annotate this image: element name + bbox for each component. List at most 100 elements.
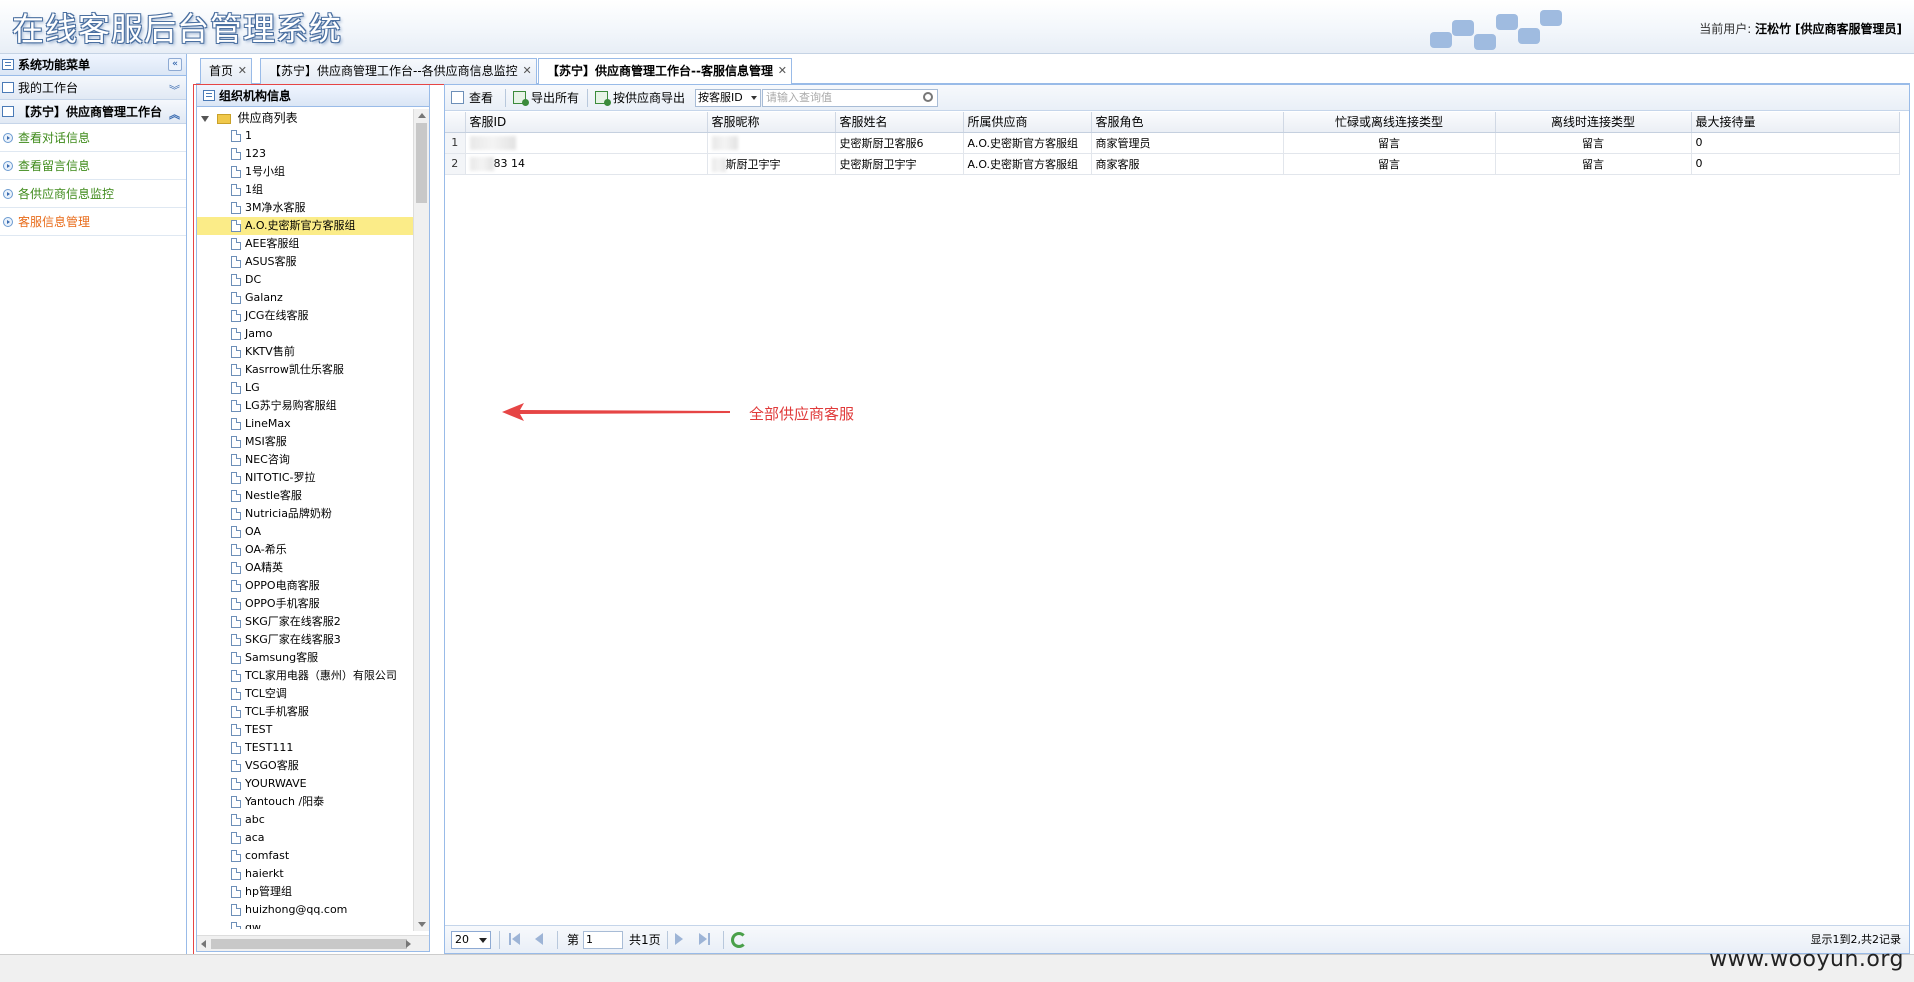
column-header[interactable]: 客服ID	[465, 112, 708, 133]
tree-node[interactable]: LG苏宁易购客服组	[197, 397, 415, 415]
tree-node[interactable]: VSGO客服	[197, 757, 415, 775]
tab-label: 【苏宁】供应商管理工作台--客服信息管理	[547, 64, 773, 78]
tree-node[interactable]: OPPO电商客服	[197, 577, 415, 595]
tree-node[interactable]: DC	[197, 271, 415, 289]
double-chevron-left-icon[interactable]: «	[168, 58, 182, 71]
expand-arrow-icon[interactable]	[201, 115, 209, 122]
tree-node[interactable]: YOURWAVE	[197, 775, 415, 793]
tree-node[interactable]: TEST	[197, 721, 415, 739]
refresh-icon[interactable]	[731, 932, 747, 948]
tree-node[interactable]: OA-希乐	[197, 541, 415, 559]
tree-node[interactable]: haierkt	[197, 865, 415, 883]
close-icon[interactable]: ✕	[778, 59, 787, 83]
menu-item-conversations[interactable]: 查看对话信息	[0, 124, 186, 152]
menu-item-messages[interactable]: 查看留言信息	[0, 152, 186, 180]
next-page-icon[interactable]	[675, 933, 689, 947]
tree-root[interactable]: 供应商列表	[197, 109, 415, 127]
column-header[interactable]: 客服昵称	[707, 112, 836, 133]
tree-node[interactable]: 123	[197, 145, 415, 163]
tab-service-management[interactable]: 【苏宁】供应商管理工作台--客服信息管理 ✕	[538, 58, 792, 85]
tree-node[interactable]: KKTV售前	[197, 343, 415, 361]
scroll-down-icon[interactable]	[418, 922, 426, 927]
table-row[interactable]: 1 史密斯厨卫客服6 A.O.史密斯官方客服组 商家管理员 留言 留言 0	[445, 132, 1900, 154]
scroll-thumb[interactable]	[416, 123, 427, 203]
tree-node[interactable]: ASUS客服	[197, 253, 415, 271]
column-header[interactable]: 所属供应商	[963, 112, 1092, 133]
column-header[interactable]: 忙碌或离线连接类型	[1283, 112, 1496, 133]
tree-node[interactable]: Yantouch /阳泰	[197, 793, 415, 811]
tree-node[interactable]: Samsung客服	[197, 649, 415, 667]
tree-node[interactable]: 1	[197, 127, 415, 145]
tree-node[interactable]: SKG厂家在线客服3	[197, 631, 415, 649]
search-field-select[interactable]: 按客服ID	[695, 89, 761, 107]
tree-node[interactable]: TEST111	[197, 739, 415, 757]
tree-node[interactable]: Nestle客服	[197, 487, 415, 505]
menu-item-supplier-monitor[interactable]: 各供应商信息监控	[0, 180, 186, 208]
tree-node[interactable]: comfast	[197, 847, 415, 865]
page-number-input[interactable]: 1	[583, 931, 623, 949]
view-button[interactable]: 查看	[449, 88, 493, 108]
tree-node[interactable]: OPPO手机客服	[197, 595, 415, 613]
tree-node[interactable]: NITOTIC-罗拉	[197, 469, 415, 487]
tree-node[interactable]: OA精英	[197, 559, 415, 577]
export-by-supplier-button[interactable]: 按供应商导出	[593, 88, 685, 108]
scroll-left-icon[interactable]	[201, 940, 206, 948]
tree-node[interactable]: Galanz	[197, 289, 415, 307]
supplier-workspace-header[interactable]: 【苏宁】供应商管理工作台 ︽	[0, 100, 186, 124]
tree-node-label: Yantouch /阳泰	[245, 795, 325, 808]
column-header[interactable]: 最大接待量	[1691, 112, 1900, 133]
last-page-icon[interactable]	[699, 933, 713, 947]
tree-node[interactable]: 1组	[197, 181, 415, 199]
tree-node[interactable]: LineMax	[197, 415, 415, 433]
page-size-select[interactable]: 20	[451, 931, 491, 949]
tree-node[interactable]: 3M净水客服	[197, 199, 415, 217]
tree-node[interactable]: aca	[197, 829, 415, 847]
scroll-thumb[interactable]	[211, 939, 407, 949]
tree-node[interactable]: NEC咨询	[197, 451, 415, 469]
tree-node[interactable]: hp管理组	[197, 883, 415, 901]
tab-home[interactable]: 首页 ✕	[200, 58, 253, 84]
tree-node[interactable]: qw	[197, 919, 415, 929]
column-header[interactable]: 离线时连接类型	[1495, 112, 1692, 133]
tree-node[interactable]: LG	[197, 379, 415, 397]
menu-item-service-management[interactable]: 客服信息管理	[0, 208, 186, 236]
close-icon[interactable]: ✕	[238, 59, 247, 83]
search-icon[interactable]	[923, 92, 933, 102]
first-page-icon[interactable]	[509, 933, 523, 947]
tree-node[interactable]: SKG厂家在线客服2	[197, 613, 415, 631]
document-icon	[231, 850, 241, 862]
prev-page-icon[interactable]	[535, 933, 549, 947]
tree-node[interactable]: JCG在线客服	[197, 307, 415, 325]
tree-node[interactable]: abc	[197, 811, 415, 829]
table-icon	[451, 91, 464, 104]
scroll-up-icon[interactable]	[418, 113, 426, 118]
table-row[interactable]: 2 83 14 斯厨卫宇宇 史密斯厨卫宇宇 A.O.史密斯官方客服组 商家客服 …	[445, 153, 1900, 175]
tree-node[interactable]: 1号小组	[197, 163, 415, 181]
tree-node[interactable]: TCL空调	[197, 685, 415, 703]
column-header[interactable]: 客服姓名	[835, 112, 964, 133]
tree-node[interactable]: TCL手机客服	[197, 703, 415, 721]
export-all-button[interactable]: 导出所有	[511, 88, 579, 108]
tree-node[interactable]: MSI客服	[197, 433, 415, 451]
tree-node-label: VSGO客服	[245, 759, 299, 772]
tree-node[interactable]: Kasrrow凯仕乐客服	[197, 361, 415, 379]
tree-node[interactable]: A.O.史密斯官方客服组	[197, 217, 415, 235]
close-icon[interactable]: ✕	[522, 59, 531, 83]
tree-node[interactable]: TCL家用电器（惠州）有限公司	[197, 667, 415, 685]
tree-node[interactable]: Nutricia品牌奶粉	[197, 505, 415, 523]
puzzle-decoration	[1430, 6, 1570, 53]
tree-node[interactable]: huizhong@qq.com	[197, 901, 415, 919]
search-input[interactable]: 请输入查询值	[762, 89, 938, 107]
tab-supplier-monitor[interactable]: 【苏宁】供应商管理工作台--各供应商信息监控 ✕	[260, 58, 537, 84]
tree-node-label: Kasrrow凯仕乐客服	[245, 363, 344, 376]
column-header[interactable]: 客服角色	[1091, 112, 1284, 133]
arrow-bullet-icon	[3, 133, 13, 143]
tree-node[interactable]: Jamo	[197, 325, 415, 343]
my-workspace-header[interactable]: 我的工作台 ︾	[0, 76, 186, 100]
tree-horizontal-scrollbar[interactable]	[197, 935, 429, 951]
tree-node[interactable]: AEE客服组	[197, 235, 415, 253]
scroll-right-icon[interactable]	[406, 940, 411, 948]
tree-vertical-scrollbar[interactable]	[413, 109, 429, 931]
tree-node-label: haierkt	[245, 867, 284, 880]
tree-node[interactable]: OA	[197, 523, 415, 541]
